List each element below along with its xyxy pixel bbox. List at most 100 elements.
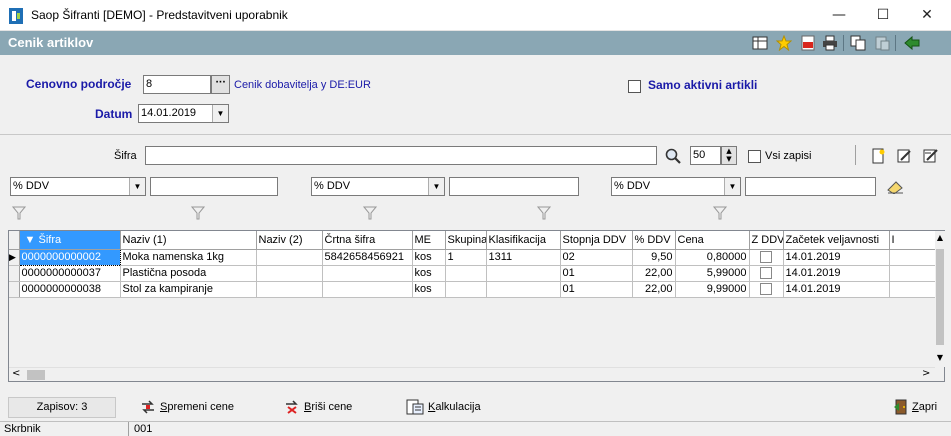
change-prices-button[interactable]: Spremeni cene <box>140 398 234 416</box>
cell-z-ddv[interactable] <box>749 281 784 298</box>
delete-prices-button[interactable]: Briši cene <box>284 398 352 416</box>
filter-funnel-icon[interactable] <box>12 206 26 220</box>
cell-naziv1[interactable]: Plastična posoda <box>120 265 257 282</box>
cell-cena[interactable]: 9,99000 <box>675 281 750 298</box>
column-header-skupina[interactable]: Skupina <box>445 231 487 250</box>
cell-zacetek[interactable]: 14.01.2019 <box>783 249 890 266</box>
horizontal-scroll-thumb[interactable] <box>27 370 45 380</box>
cell-z-ddv[interactable] <box>749 265 784 282</box>
chevron-down-icon[interactable]: ▼ <box>212 105 228 122</box>
cell-skupina[interactable]: 1 <box>445 249 487 266</box>
cell-ddv[interactable]: 22,00 <box>632 265 676 282</box>
filter-1-value-input[interactable] <box>150 177 278 196</box>
vertical-scroll-thumb[interactable] <box>936 249 944 345</box>
column-header-stopnja-ddv[interactable]: Stopnja DDV <box>560 231 633 250</box>
column-header-crtna-sifra[interactable]: Črtna šifra <box>322 231 413 250</box>
cell-crtna-sifra[interactable]: 5842658456921 <box>322 249 413 266</box>
column-header-z-ddv[interactable]: Z DDV <box>749 231 784 250</box>
horizontal-scrollbar[interactable]: < > <box>9 367 935 381</box>
cell-sifra[interactable]: 0000000000038 <box>19 281 121 298</box>
cell-cena[interactable]: 5,99000 <box>675 265 750 282</box>
cell-crtna-sifra[interactable] <box>322 281 413 298</box>
column-header-me[interactable]: ME <box>412 231 446 250</box>
cell-klasifikacija[interactable] <box>486 281 561 298</box>
cell-stopnja-ddv[interactable]: 01 <box>560 281 633 298</box>
chevron-down-icon[interactable]: ▼ <box>129 178 145 195</box>
price-area-input[interactable]: 8 <box>143 75 211 94</box>
cell-ddv[interactable]: 22,00 <box>632 281 676 298</box>
cell-naziv1[interactable]: Moka namenska 1kg <box>120 249 257 266</box>
cell-sifra[interactable]: 0000000000002 <box>18 248 121 266</box>
cell-crtna-sifra[interactable] <box>322 265 413 282</box>
column-header-zacetek-veljavnosti[interactable]: Začetek veljavnosti <box>783 231 890 250</box>
table-row[interactable]: 0000000000037 Plastična posoda kos 01 22… <box>9 265 935 282</box>
filter-funnel-icon[interactable] <box>363 206 377 220</box>
cell-klasifikacija[interactable] <box>486 265 561 282</box>
cell-naziv2[interactable] <box>256 265 323 282</box>
maximize-button[interactable]: ☐ <box>861 0 905 31</box>
cell-naziv2[interactable] <box>256 249 323 266</box>
scroll-left-icon[interactable]: < <box>12 368 20 379</box>
favorite-star-icon[interactable] <box>776 35 792 51</box>
minimize-button[interactable]: — <box>817 0 861 31</box>
cell-stopnja-ddv[interactable]: 02 <box>560 249 633 266</box>
cell-cena[interactable]: 0,80000 <box>675 249 750 266</box>
cell-klasifikacija[interactable]: 1311 <box>486 249 561 266</box>
cell-z-ddv[interactable] <box>749 249 784 266</box>
chevron-down-icon[interactable]: ▼ <box>428 178 444 195</box>
scroll-up-icon[interactable]: ▲ <box>935 233 945 242</box>
all-records-checkbox[interactable] <box>748 150 761 163</box>
cell-naziv2[interactable] <box>256 281 323 298</box>
filter-2-value-input[interactable] <box>449 177 579 196</box>
filter-2-field-select[interactable]: % DDV ▼ <box>311 177 445 196</box>
column-header-more[interactable]: I <box>889 231 935 250</box>
scroll-down-icon[interactable]: ▼ <box>935 353 945 362</box>
filter-funnel-icon[interactable] <box>713 206 727 220</box>
edit-multiple-icon[interactable] <box>922 148 938 164</box>
column-header-naziv2[interactable]: Naziv (2) <box>256 231 323 250</box>
cell-skupina[interactable] <box>445 281 487 298</box>
cell-me[interactable]: kos <box>412 249 446 266</box>
cell-me[interactable]: kos <box>412 281 446 298</box>
table-row[interactable]: ▶ 0000000000002 Moka namenska 1kg 584265… <box>9 248 935 266</box>
clear-filter-icon[interactable] <box>886 180 904 194</box>
search-icon[interactable] <box>665 148 681 164</box>
copy-icon[interactable] <box>850 35 866 51</box>
z-ddv-checkbox[interactable] <box>759 283 772 295</box>
cell-naziv1[interactable]: Stol za kampiranje <box>120 281 257 298</box>
calculation-button[interactable]: Kalkulacija <box>406 398 481 416</box>
cell-sifra[interactable]: 0000000000037 <box>19 265 121 282</box>
pdf-export-icon[interactable] <box>800 35 816 51</box>
chevron-down-icon[interactable]: ▼ <box>724 178 740 195</box>
vertical-scrollbar[interactable]: ▲ ▼ <box>935 231 945 367</box>
cell-me[interactable]: kos <box>412 265 446 282</box>
z-ddv-checkbox[interactable] <box>759 267 772 279</box>
date-input[interactable]: 14.01.2019 ▼ <box>138 104 229 123</box>
print-icon[interactable] <box>822 35 838 51</box>
exit-icon[interactable] <box>903 35 921 51</box>
price-area-lookup-button[interactable]: ··· <box>211 75 230 94</box>
filter-funnel-icon[interactable] <box>191 206 205 220</box>
column-header-cena[interactable]: Cena <box>675 231 750 250</box>
close-window-button[interactable]: ✕ <box>905 0 949 31</box>
column-header-naziv1[interactable]: Naziv (1) <box>120 231 257 250</box>
column-header-sifra[interactable]: ▼ Šifra <box>19 231 121 250</box>
code-search-input[interactable] <box>145 146 657 165</box>
paste-icon[interactable] <box>874 35 890 51</box>
column-header-klasifikacija[interactable]: Klasifikacija <box>486 231 561 250</box>
filter-3-value-input[interactable] <box>745 177 876 196</box>
filter-funnel-icon[interactable] <box>537 206 551 220</box>
cell-zacetek[interactable]: 14.01.2019 <box>783 265 890 282</box>
edit-record-icon[interactable] <box>896 148 912 164</box>
cell-zacetek[interactable]: 14.01.2019 <box>783 281 890 298</box>
new-record-icon[interactable] <box>870 148 886 164</box>
filter-3-field-select[interactable]: % DDV ▼ <box>611 177 741 196</box>
only-active-checkbox[interactable] <box>628 80 641 93</box>
close-button[interactable]: Zapri <box>893 398 937 416</box>
record-limit-input[interactable]: 50 <box>690 146 721 165</box>
grid-settings-icon[interactable] <box>752 35 768 51</box>
filter-1-field-select[interactable]: % DDV ▼ <box>10 177 146 196</box>
record-limit-stepper[interactable]: ▲ ▼ <box>721 146 737 165</box>
cell-stopnja-ddv[interactable]: 01 <box>560 265 633 282</box>
cell-skupina[interactable] <box>445 265 487 282</box>
